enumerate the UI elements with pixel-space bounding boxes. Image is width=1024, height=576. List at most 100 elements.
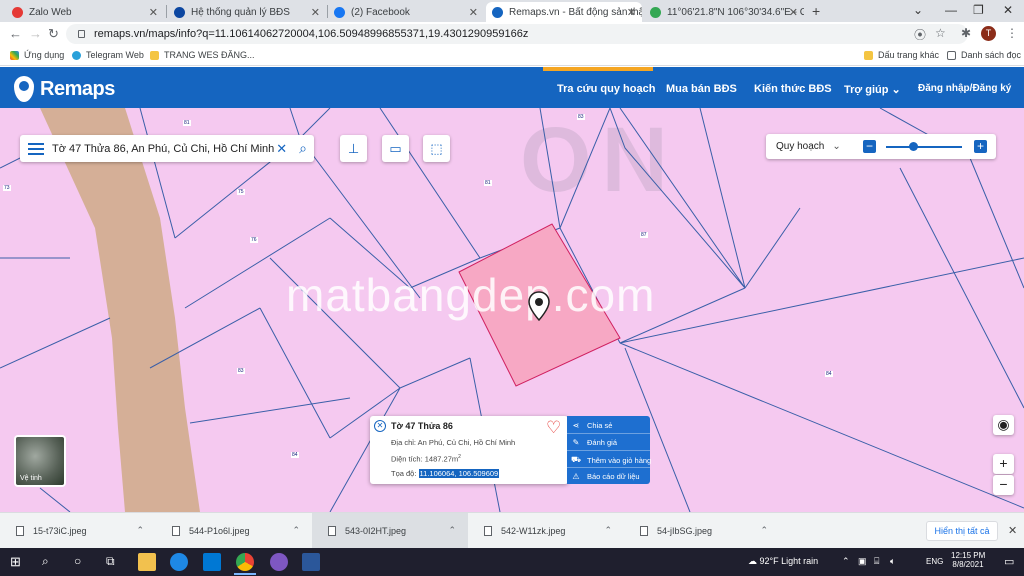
notifications-icon[interactable]: ▭ — [1004, 555, 1014, 568]
close-icon[interactable]: ✕ — [149, 6, 158, 19]
chevron-up-icon[interactable]: ⌃ — [760, 525, 768, 536]
address-bar[interactable]: remaps.vn/maps/info?q=11.10614062720004,… — [66, 24, 968, 44]
tab-google-maps[interactable]: 11°06'21.8"N 106°30'34.6"E - Go ✕ — [644, 2, 804, 22]
map-canvas[interactable]: ON 81 75 81 87 76 83 84 84 73 83 matbang… — [0, 108, 1024, 512]
reading-list[interactable]: Danh sách đọc — [947, 50, 1021, 60]
edge-icon[interactable] — [170, 553, 188, 571]
cortana-icon[interactable]: ○ — [74, 554, 81, 568]
close-icon[interactable]: ✕ — [469, 6, 478, 19]
chevron-up-icon[interactable]: ⌃ — [292, 525, 300, 536]
search-icon[interactable]: ⌕ — [42, 554, 49, 569]
search-icon[interactable]: ⌕ — [299, 140, 307, 157]
clock[interactable]: 12:15 PM 8/8/2021 — [951, 551, 985, 569]
avatar[interactable]: T — [981, 26, 996, 41]
nav-help[interactable]: Trợ giúp ⌄ — [844, 83, 901, 96]
extensions-icon[interactable]: ✱ — [961, 26, 971, 40]
close-icon[interactable]: ✕ — [374, 420, 386, 432]
chevron-up-icon[interactable]: ⌃ — [604, 525, 612, 536]
download-item[interactable]: 15-t73iC.jpeg ⌃ — [0, 513, 156, 549]
share-action[interactable]: ⋖ Chia sẻ — [571, 421, 613, 430]
nav-buy-sell[interactable]: Mua bán BĐS — [666, 83, 737, 95]
mail-icon[interactable] — [203, 553, 221, 571]
file-explorer-icon[interactable] — [138, 553, 156, 571]
zoom-slider-handle[interactable] — [908, 142, 918, 151]
clear-icon[interactable]: ✕ — [276, 141, 287, 157]
tab-search-icon[interactable]: ⌄ — [913, 3, 923, 17]
viber-icon[interactable] — [270, 553, 288, 571]
bookmarks-bar: Ứng dụng Telegram Web TRANG WES ĐĂNG... … — [0, 46, 1024, 66]
bookmark-apps[interactable]: Ứng dụng — [10, 50, 64, 60]
location-pin-icon[interactable] — [528, 291, 550, 321]
add-to-cart-action[interactable]: ⛟ Thêm vào giỏ hàng — [571, 455, 651, 465]
window-close-icon[interactable]: ✕ — [1003, 3, 1013, 17]
task-view-icon[interactable]: ⧉ — [106, 554, 115, 569]
tab-facebook[interactable]: (2) Facebook ✕ — [328, 2, 484, 22]
action-label: Đánh giá — [587, 438, 618, 447]
area-select-icon[interactable]: ⬚ — [423, 135, 450, 162]
windows-start-icon[interactable]: ⊞ — [10, 554, 21, 570]
locate-me-icon[interactable]: ◉ — [993, 415, 1014, 435]
remaps-logo[interactable]: Remaps — [14, 76, 115, 102]
tab-bds-manager[interactable]: Hệ thống quản lý BĐS ✕ — [168, 2, 326, 22]
download-item[interactable]: 544-P1o6l.jpeg ⌃ — [156, 513, 312, 549]
parcel-action-menu: ⋖ Chia sẻ ✎ Đánh giá ⛟ Thêm vào giỏ hàng ⚠ B… — [567, 416, 651, 484]
bookmark-folder-trang[interactable]: TRANG WES ĐĂNG... — [150, 50, 255, 60]
download-filename: 543-0I2HT.jpeg — [345, 526, 407, 536]
hamburger-menu-icon[interactable] — [28, 142, 44, 155]
bookmark-label: Dấu trang khác — [878, 50, 940, 60]
search-input[interactable]: Tờ 47 Thửa 86, An Phú, Củ Chi, Hồ Chí Mi… — [52, 143, 276, 155]
coord-value[interactable]: 11.106064, 106.509609 — [418, 469, 500, 478]
zoom-slider[interactable] — [886, 146, 962, 148]
map-label: 73 — [3, 185, 11, 191]
restore-icon[interactable]: ❐ — [973, 3, 984, 17]
volume-icon[interactable]: 🔈︎ — [890, 556, 895, 567]
chevron-up-icon[interactable]: ⌃ — [136, 525, 144, 536]
report-action[interactable]: ⚠ Báo cáo dữ liệu — [571, 472, 639, 481]
pencil-icon: ✎ — [572, 438, 580, 447]
map-search-box[interactable]: Tờ 47 Thửa 86, An Phú, Củ Chi, Hồ Chí Mi… — [20, 135, 314, 162]
tray-overflow-icon[interactable]: ⌃ — [842, 556, 850, 567]
new-tab-icon[interactable]: + — [812, 3, 820, 19]
tab-remaps[interactable]: Remaps.vn - Bất động sản thật ✕ — [486, 2, 642, 22]
coordinate-tool-icon[interactable]: ⊥ — [340, 135, 367, 162]
nav-planning-lookup[interactable]: Tra cứu quy hoạch — [557, 83, 655, 95]
favorite-heart-icon[interactable]: ♡ — [546, 418, 561, 438]
download-item[interactable]: 54-jIbSG.jpeg ⌃ — [624, 513, 780, 549]
apps-grid-icon — [10, 50, 19, 60]
forward-icon[interactable]: → — [29, 26, 42, 41]
weather-widget[interactable]: ☁ 92°F Light rain — [748, 556, 818, 567]
chrome-icon[interactable] — [236, 553, 254, 571]
map-zoom-out-button[interactable]: − — [993, 475, 1014, 495]
weather-text: 92°F Light rain — [759, 556, 819, 566]
ruler-icon[interactable]: ▭ — [382, 135, 409, 162]
download-item[interactable]: 542-W11zk.jpeg ⌃ — [468, 513, 624, 549]
tray-app-icon[interactable]: ▣ — [858, 556, 867, 567]
language-indicator[interactable]: ENG — [926, 557, 943, 566]
rate-action[interactable]: ✎ Đánh giá — [571, 438, 617, 447]
chevron-up-icon[interactable]: ⌃ — [448, 525, 456, 536]
nav-knowledge[interactable]: Kiến thức BĐS — [754, 83, 832, 95]
menu-dots-icon[interactable]: ⋮ — [1006, 26, 1018, 40]
layer-select[interactable]: Quy hoạch ⌄ — [776, 141, 841, 152]
reload-icon[interactable]: ↻ — [48, 26, 59, 42]
close-icon[interactable]: ✕ — [1008, 524, 1017, 537]
location-icon[interactable]: ⦿ — [914, 26, 926, 43]
zoom-out-icon[interactable]: − — [863, 140, 876, 153]
close-icon[interactable]: ✕ — [627, 6, 636, 19]
download-item[interactable]: 543-0I2HT.jpeg ⌃ — [312, 513, 468, 549]
bookmark-star-icon[interactable]: ☆ — [935, 26, 946, 40]
minimize-icon[interactable]: — — [945, 3, 957, 17]
bookmark-other[interactable]: Dấu trang khác — [864, 50, 939, 60]
nav-login[interactable]: Đăng nhập/Đăng ký — [918, 83, 1011, 94]
show-all-downloads-button[interactable]: Hiển thị tất cả — [926, 521, 998, 541]
close-icon[interactable]: ✕ — [311, 6, 320, 19]
network-icon[interactable]: ⌸ — [874, 556, 879, 567]
close-icon[interactable]: ✕ — [789, 6, 798, 19]
zoom-in-icon[interactable]: + — [974, 140, 987, 153]
map-zoom-in-button[interactable]: + — [993, 454, 1014, 474]
bookmark-telegram[interactable]: Telegram Web — [72, 50, 144, 60]
back-icon[interactable]: ← — [9, 26, 22, 41]
satellite-toggle[interactable]: Vệ tinh — [14, 435, 66, 487]
word-icon[interactable] — [302, 553, 320, 571]
tab-zalo[interactable]: Zalo Web ✕ — [6, 2, 164, 22]
